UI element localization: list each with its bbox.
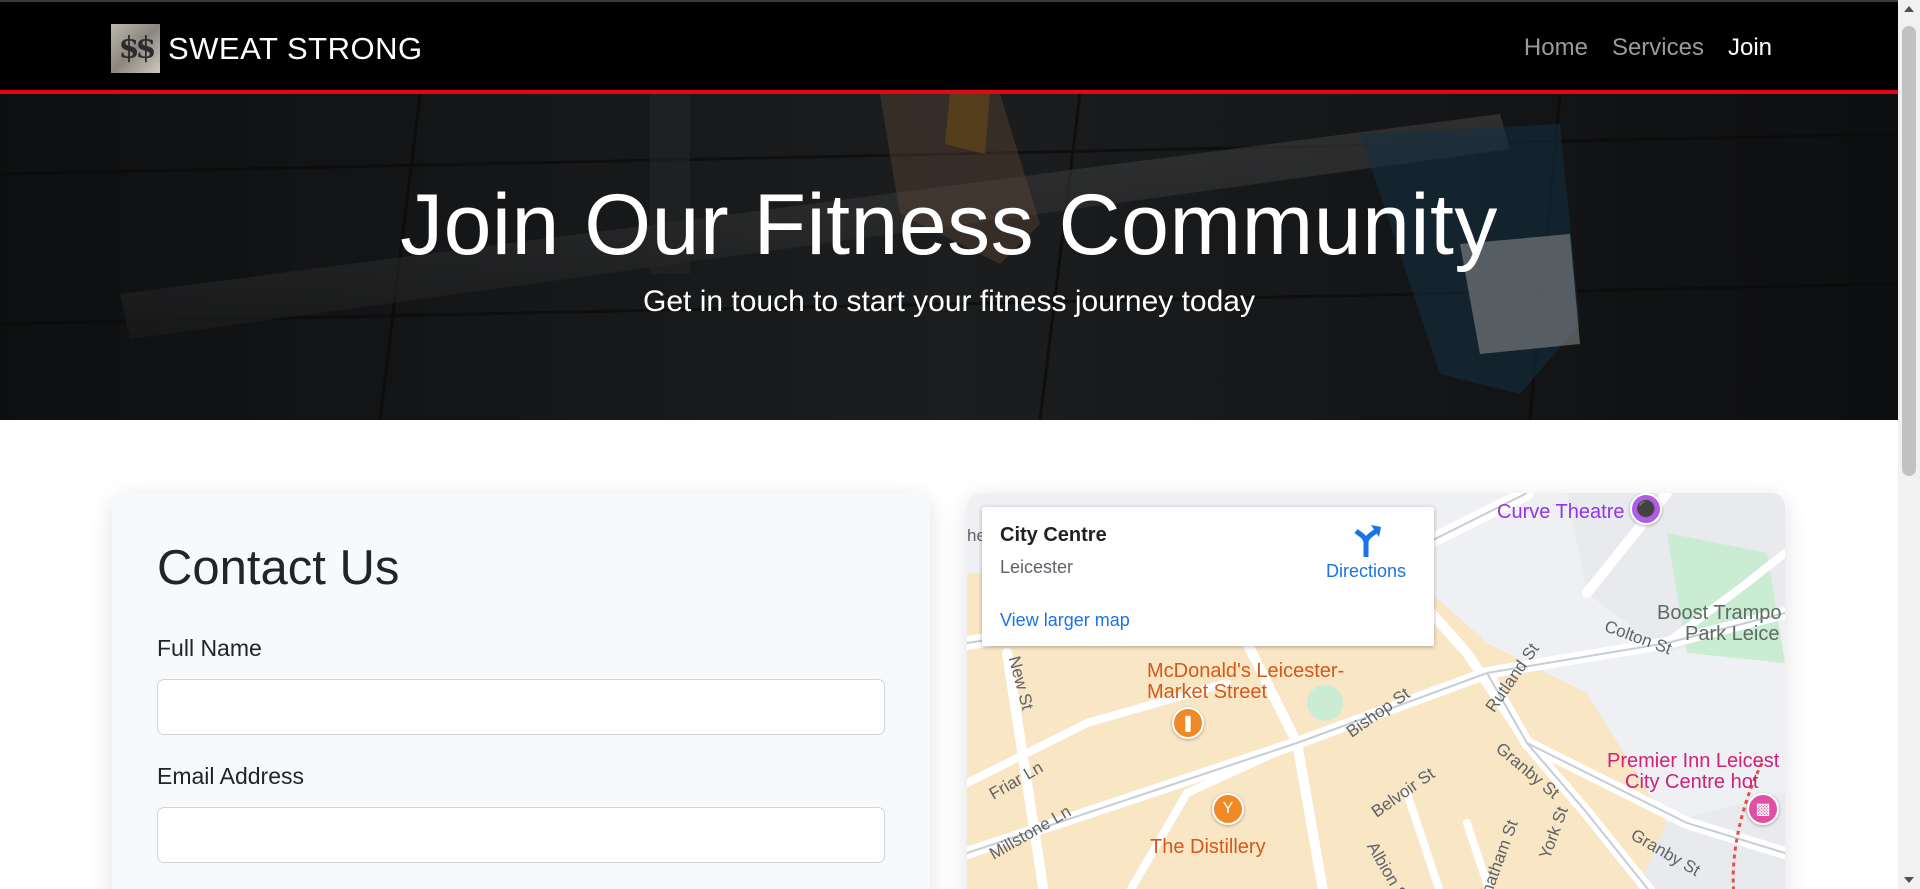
map-label-premier-line1: Premier Inn Leicest (1607, 750, 1780, 772)
theatre-icon[interactable]: ⚫ (1630, 493, 1662, 525)
bar-icon[interactable]: Y (1212, 793, 1244, 825)
full-name-label: Full Name (157, 635, 262, 661)
map-label-boost-line2: Park Leice (1685, 623, 1780, 645)
scroll-up-icon[interactable] (1904, 6, 1914, 12)
directions-button[interactable]: Directions (1326, 525, 1406, 582)
directions-icon (1354, 525, 1381, 557)
embedded-map[interactable]: Curve Theatre ⚫ Boost Trampo Park Leice … (967, 493, 1785, 889)
hero-banner: Join Our Fitness Community Get in touch … (0, 94, 1898, 420)
map-label-mcdonalds-line2: Market Street (1147, 681, 1268, 703)
map-label-curve-theatre: Curve Theatre (1497, 501, 1625, 523)
nav-link-services[interactable]: Services (1612, 34, 1704, 62)
page-scrollbar[interactable] (1898, 0, 1920, 889)
navbar: $$ SWEAT STRONG Home Services Join (0, 0, 1898, 94)
place-title: City Centre (1000, 524, 1107, 546)
map-label-distillery: The Distillery (1150, 836, 1266, 858)
brand[interactable]: $$ SWEAT STRONG (111, 24, 423, 73)
scroll-down-icon[interactable] (1904, 877, 1914, 883)
view-larger-map-link[interactable]: View larger map (1000, 610, 1130, 631)
nav-link-join[interactable]: Join (1728, 34, 1772, 62)
map-label-boost-line1: Boost Trampo (1657, 602, 1782, 624)
scroll-thumb[interactable] (1902, 26, 1916, 476)
nav-link-home[interactable]: Home (1524, 34, 1588, 62)
hero-subtitle: Get in touch to start your fitness journ… (643, 285, 1255, 318)
restaurant-icon[interactable]: ❚ (1172, 707, 1204, 739)
contact-title: Contact Us (157, 541, 400, 595)
full-name-input[interactable] (157, 679, 885, 735)
hotel-icon[interactable]: ▩ (1747, 793, 1779, 825)
nav-links: Home Services Join (1524, 34, 1772, 62)
email-label: Email Address (157, 763, 305, 789)
hero-title: Join Our Fitness Community (400, 177, 1498, 273)
brand-name: SWEAT STRONG (168, 30, 423, 66)
email-input[interactable] (157, 807, 885, 863)
map-info-card: City Centre Leicester View larger map Di… (982, 507, 1434, 646)
contact-card: Contact Us Full Name Email Address (112, 493, 930, 889)
place-subtitle: Leicester (1000, 557, 1074, 577)
map-label-mcdonalds-line1: McDonald's Leicester- (1147, 660, 1345, 682)
map-label-premier-line2: City Centre hot (1625, 771, 1759, 793)
directions-label: Directions (1326, 561, 1407, 581)
brand-logo-icon: $$ (111, 24, 160, 73)
